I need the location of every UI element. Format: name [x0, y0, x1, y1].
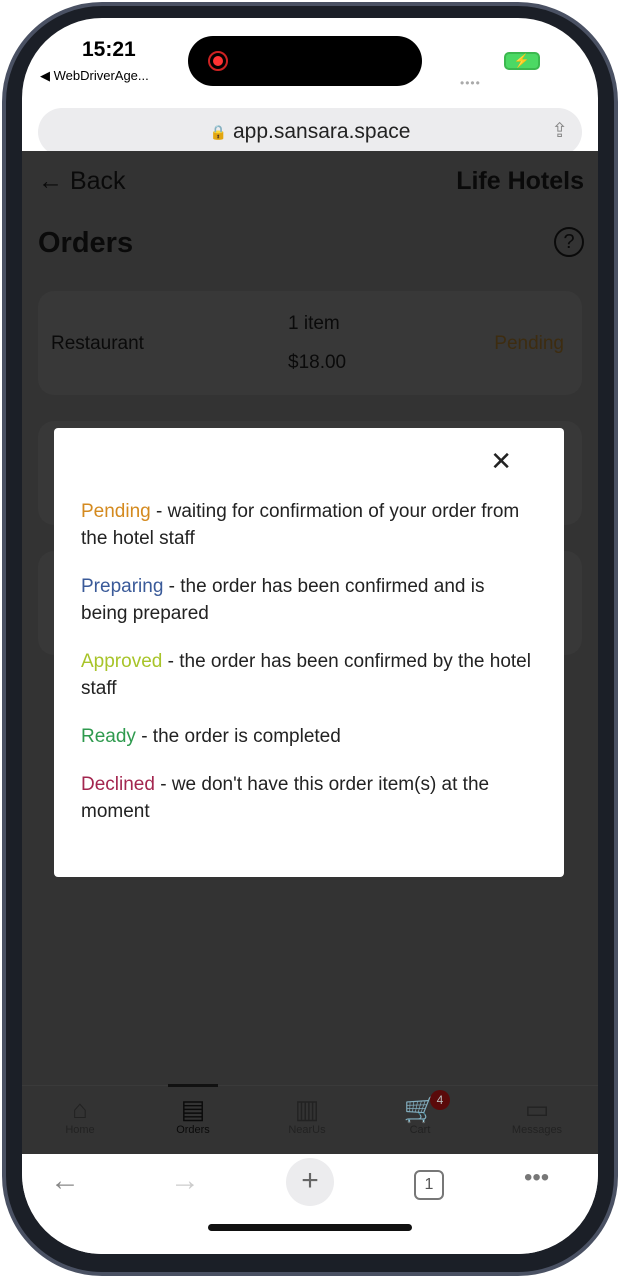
tab-label: NearUs [288, 1124, 326, 1136]
tab-orders[interactable]: ▤ Orders [153, 1094, 233, 1136]
close-icon[interactable]: ✕ [490, 446, 512, 477]
page-title: Orders [38, 227, 134, 259]
receipt-icon: ▤ [180, 1094, 206, 1124]
lock-icon: 🔒 [209, 123, 227, 140]
order-total: $18.00 [288, 352, 347, 373]
status-desc: - the order is completed [135, 726, 341, 747]
back-label: Back [69, 167, 126, 195]
order-card[interactable]: Restaurant 1 item $18.00 Pending [38, 291, 582, 395]
home-indicator [208, 1224, 412, 1231]
status-row: Preparing - the order has been confirmed… [81, 573, 536, 627]
back-button[interactable]: ← Back [38, 167, 126, 196]
status-name: Preparing [81, 576, 164, 597]
tab-cart[interactable]: 🛒 Cart 4 [380, 1090, 460, 1136]
active-tab-indicator [168, 1084, 218, 1087]
tab-label: Cart [409, 1124, 431, 1136]
share-icon[interactable]: ⇪ [551, 118, 568, 143]
home-icon: ⌂ [72, 1094, 88, 1124]
status-row: Declined - we don't have this order item… [81, 771, 536, 825]
status-name: Declined [81, 774, 155, 795]
status-row: Pending - waiting for confirmation of yo… [81, 498, 536, 552]
signal-icon: •••• [460, 76, 481, 90]
tab-label: Messages [511, 1124, 563, 1136]
tab-messages[interactable]: ▭ Messages [497, 1094, 577, 1136]
browser-toolbar: ← → + 1 ••• [22, 1154, 598, 1254]
screen: 15:21 ◀ WebDriverAge... •••• ⚡ 🔒 app.san… [22, 18, 598, 1254]
tab-bar: ⌂ Home ▤ Orders ▥ NearUs 🛒 Cart 4 ▭ Messages [22, 1084, 598, 1154]
tab-label: Orders [176, 1124, 210, 1136]
tab-label: Home [65, 1124, 95, 1136]
order-status: Pending [494, 333, 564, 354]
battery-charging-icon: ⚡ [504, 52, 540, 70]
recording-icon [208, 51, 228, 71]
browser-forward-icon[interactable]: → [170, 1164, 200, 1198]
hotel-name: Life Hotels [456, 167, 584, 195]
status-name: Approved [81, 651, 163, 672]
status-time: 15:21 [82, 38, 136, 61]
order-venue: Restaurant [51, 333, 144, 354]
more-icon[interactable]: ••• [524, 1164, 549, 1192]
status-name: Ready [81, 726, 136, 747]
back-to-app[interactable]: ◀ WebDriverAge... [40, 68, 149, 84]
map-icon: ▥ [294, 1094, 320, 1124]
browser-back-icon[interactable]: ← [50, 1164, 80, 1198]
cart-badge: 4 [430, 1090, 450, 1110]
tab-home[interactable]: ⌂ Home [40, 1094, 120, 1136]
status-row: Ready - the order is completed [81, 723, 536, 750]
url-text: app.sansara.space [232, 120, 411, 143]
status-info-modal: ✕ Pending - waiting for confirmation of … [54, 428, 564, 877]
order-items: 1 item [288, 313, 340, 334]
address-bar[interactable]: 🔒 app.sansara.space ⇪ [38, 108, 582, 156]
status-name: Pending [81, 501, 151, 522]
message-icon: ▭ [524, 1094, 550, 1124]
help-icon[interactable]: ? [554, 227, 584, 257]
dynamic-island [188, 36, 422, 86]
tab-nearus[interactable]: ▥ NearUs [267, 1094, 347, 1136]
status-row: Approved - the order has been confirmed … [81, 648, 536, 702]
new-tab-icon[interactable]: + [286, 1158, 334, 1206]
tabs-button[interactable]: 1 [414, 1170, 444, 1200]
